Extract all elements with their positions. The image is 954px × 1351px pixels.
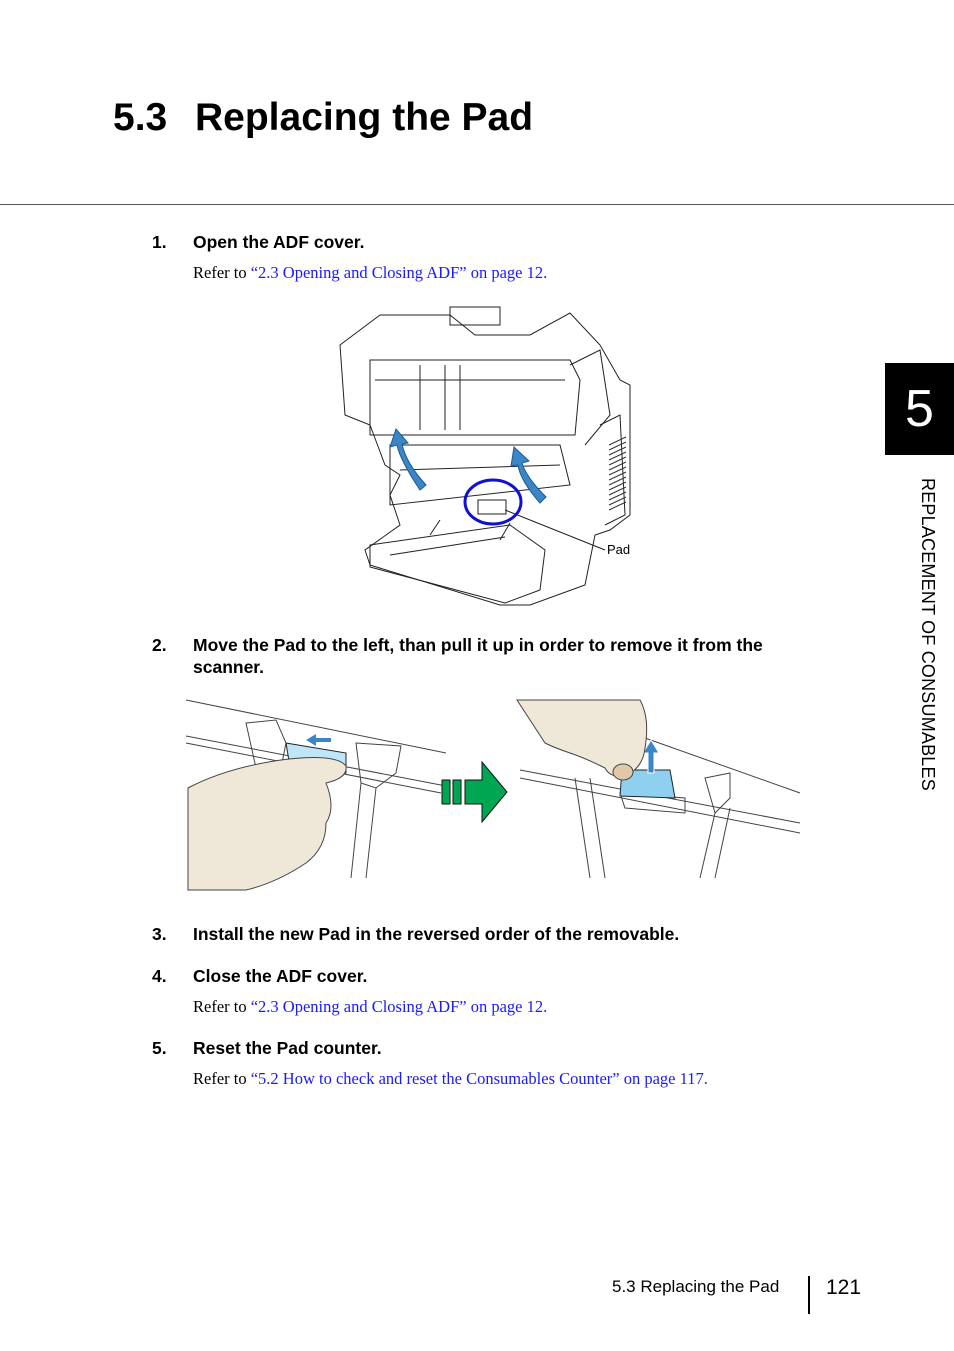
step-text: Close the ADF cover. <box>193 966 368 986</box>
heading-divider <box>0 204 954 205</box>
pad-highlight-circle <box>463 478 523 526</box>
ref-link[interactable]: “2.3 Opening and Closing ADF” on page 12… <box>251 997 548 1016</box>
page-title: 5.3 Replacing the Pad <box>113 96 533 140</box>
step-1-reference: Refer to “2.3 Opening and Closing ADF” o… <box>193 263 547 283</box>
step-text: Reset the Pad counter. <box>193 1038 382 1058</box>
step-4-reference: Refer to “2.3 Opening and Closing ADF” o… <box>193 997 547 1017</box>
lift-arrow-left-icon <box>389 428 427 491</box>
chapter-label: REPLACEMENT OF CONSUMABLES <box>918 478 938 791</box>
section-title: Replacing the Pad <box>195 96 534 139</box>
step-5-reference: Refer to “5.2 How to check and reset the… <box>193 1069 708 1089</box>
step-text: Move the Pad to the left, than pull it u… <box>193 635 763 677</box>
footer-section-title: 5.3 Replacing the Pad <box>612 1277 780 1296</box>
step-number: 1. <box>152 232 167 252</box>
step-number: 2. <box>152 635 167 655</box>
page-number: 121 <box>826 1276 862 1299</box>
step-2: 2. Move the Pad to the left, than pull i… <box>152 634 842 678</box>
step-text: Install the new Pad in the reversed orde… <box>193 924 680 944</box>
lift-arrow-right-icon <box>510 445 547 504</box>
section-number: 5.3 <box>113 96 168 139</box>
ref-prefix: Refer to <box>193 1069 251 1088</box>
ref-prefix: Refer to <box>193 263 251 282</box>
ref-link[interactable]: “5.2 How to check and reset the Consumab… <box>251 1069 708 1088</box>
step-number: 3. <box>152 924 167 944</box>
step-number: 4. <box>152 966 167 986</box>
figure-move-pad-left <box>185 699 447 891</box>
figure-pull-pad-up <box>516 699 801 879</box>
step-text: Open the ADF cover. <box>193 232 365 252</box>
move-left-arrow-icon <box>306 734 331 746</box>
ref-prefix: Refer to <box>193 997 251 1016</box>
pad-callout-label: Pad <box>607 542 631 557</box>
chapter-tab: 5 <box>885 363 954 455</box>
footer-divider <box>808 1276 810 1314</box>
figure-scanner-open-adf <box>339 306 631 606</box>
ref-link[interactable]: “2.3 Opening and Closing ADF” on page 12… <box>251 263 548 282</box>
next-step-arrow-icon <box>441 760 508 824</box>
pad-callout-line <box>504 509 606 551</box>
hand-left <box>187 757 347 891</box>
step-number: 5. <box>152 1038 167 1058</box>
